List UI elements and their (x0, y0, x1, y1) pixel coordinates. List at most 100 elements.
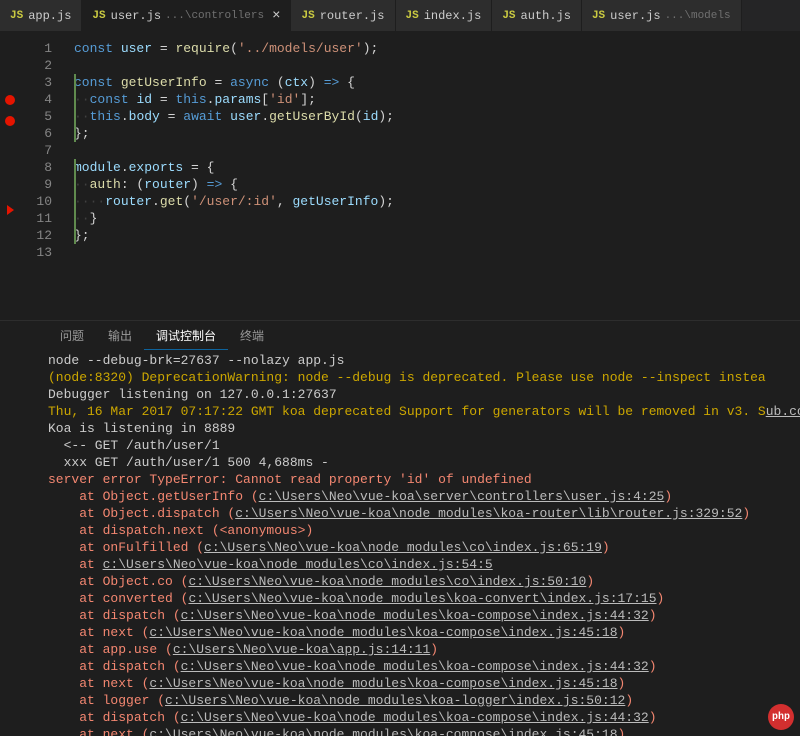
tab-user-js[interactable]: JS user.js ...\controllers × (82, 0, 291, 31)
console-line: at dispatch (c:\Users\Neo\vue-koa\node_m… (48, 658, 800, 675)
console-line: xxx GET /auth/user/1 500 4,688ms - (48, 454, 800, 471)
js-file-icon: JS (301, 10, 314, 22)
watermark-badge: php (768, 704, 794, 730)
line-number: 10 (20, 193, 52, 210)
code-line[interactable]: ··this.body = await user.getUserById(id)… (74, 108, 800, 125)
line-number: 12 (20, 227, 52, 244)
stack-trace-link[interactable]: c:\Users\Neo\vue-koa\node_modules\co\ind… (103, 557, 493, 572)
console-line: at next (c:\Users\Neo\vue-koa\node_modul… (48, 726, 800, 736)
console-line: (node:8320) DeprecationWarning: node --d… (48, 369, 800, 386)
line-number: 9 (20, 176, 52, 193)
stack-trace-link[interactable]: c:\Users\Neo\vue-koa\node_modules\koa-co… (181, 608, 649, 623)
code-line[interactable]: const user = require('../models/user'); (74, 40, 800, 57)
tab-user-js[interactable]: JS user.js ...\models (582, 0, 742, 31)
line-number: 2 (20, 57, 52, 74)
editor-tabs: JS app.js JS user.js ...\controllers × JS route… (0, 0, 800, 32)
stack-trace-link[interactable]: c:\Users\Neo\vue-koa\node_modules\co\ind… (204, 540, 602, 555)
tab-path: ...\models (665, 10, 731, 22)
line-number: 7 (20, 142, 52, 159)
console-line: node --debug-brk=27637 --nolazy app.js (48, 352, 800, 369)
tab-path: ...\controllers (165, 10, 264, 22)
console-line: at onFulfilled (c:\Users\Neo\vue-koa\nod… (48, 539, 800, 556)
console-line: at converted (c:\Users\Neo\vue-koa\node_… (48, 590, 800, 607)
code-line[interactable] (74, 142, 800, 159)
code-line[interactable]: }; (74, 227, 800, 244)
console-line: at Object.dispatch (c:\Users\Neo\vue-koa… (48, 505, 800, 522)
tab-filename: user.js (111, 9, 161, 23)
stack-trace-link[interactable]: c:\Users\Neo\vue-koa\node_modules\koa-lo… (165, 693, 625, 708)
js-file-icon: JS (92, 10, 105, 22)
line-number: 3 (20, 74, 52, 91)
tab-app-js[interactable]: JS app.js (0, 0, 82, 31)
tab-output[interactable]: 输出 (96, 321, 144, 350)
console-line: at logger (c:\Users\Neo\vue-koa\node_mod… (48, 692, 800, 709)
console-line: at dispatch (c:\Users\Neo\vue-koa\node_m… (48, 709, 800, 726)
console-line: at dispatch.next (<anonymous>) (48, 522, 800, 539)
console-line: at next (c:\Users\Neo\vue-koa\node_modul… (48, 675, 800, 692)
stack-trace-link[interactable]: c:\Users\Neo\vue-koa\node_modules\koa-co… (149, 727, 617, 736)
code-line[interactable]: module.exports = { (74, 159, 800, 176)
stack-trace-link[interactable]: c:\Users\Neo\vue-koa\node_modules\koa-ro… (235, 506, 742, 521)
stack-trace-link[interactable]: c:\Users\Neo\vue-koa\node_modules\koa-co… (188, 591, 656, 606)
console-line: at Object.getUserInfo (c:\Users\Neo\vue-… (48, 488, 800, 505)
tab-filename: index.js (424, 9, 482, 23)
console-line: at app.use (c:\Users\Neo\vue-koa\app.js:… (48, 641, 800, 658)
js-file-icon: JS (592, 10, 605, 22)
code-line[interactable]: ··auth: (router) => { (74, 176, 800, 193)
tab-filename: app.js (28, 9, 71, 23)
code-line[interactable]: ··const id = this.params['id']; (74, 91, 800, 108)
tab-filename: user.js (610, 9, 660, 23)
console-line: at dispatch (c:\Users\Neo\vue-koa\node_m… (48, 607, 800, 624)
line-numbers: 12345678910111213 (20, 32, 62, 320)
code-line[interactable] (74, 57, 800, 74)
close-icon[interactable]: × (272, 8, 280, 24)
code-line[interactable] (74, 244, 800, 261)
tab-terminal[interactable]: 终端 (228, 321, 276, 350)
code-line[interactable]: ····router.get('/user/:id', getUserInfo)… (74, 193, 800, 210)
editor-area: 12345678910111213 const user = require('… (0, 32, 800, 320)
line-number: 13 (20, 244, 52, 261)
stack-trace-link[interactable]: c:\Users\Neo\vue-koa\node_modules\koa-co… (181, 710, 649, 725)
js-file-icon: JS (502, 10, 515, 22)
line-number: 1 (20, 40, 52, 57)
js-file-icon: JS (10, 10, 23, 22)
tab-debug-console[interactable]: 调试控制台 (144, 321, 228, 350)
console-line: at next (c:\Users\Neo\vue-koa\node_modul… (48, 624, 800, 641)
panel-tabs: 问题 输出 调试控制台 终端 (0, 320, 800, 350)
breakpoint-icon[interactable] (5, 116, 15, 126)
breakpoint-icon[interactable] (5, 95, 15, 105)
code-line[interactable]: const getUserInfo = async (ctx) => { (74, 74, 800, 91)
debug-console[interactable]: node --debug-brk=27637 --nolazy app.js(n… (0, 350, 800, 736)
console-line: Debugger listening on 127.0.0.1:27637 (48, 386, 800, 403)
console-line: at Object.co (c:\Users\Neo\vue-koa\node_… (48, 573, 800, 590)
console-line: Koa is listening in 8889 (48, 420, 800, 437)
code-line[interactable]: }; (74, 125, 800, 142)
console-line: Thu, 16 Mar 2017 07:17:22 GMT koa deprec… (48, 403, 800, 420)
stack-trace-link[interactable]: c:\Users\Neo\vue-koa\node_modules\koa-co… (181, 659, 649, 674)
line-number: 11 (20, 210, 52, 227)
tab-filename: auth.js (521, 9, 571, 23)
js-file-icon: JS (406, 10, 419, 22)
tab-problems[interactable]: 问题 (48, 321, 96, 350)
tab-index-js[interactable]: JS index.js (396, 0, 493, 31)
code-line[interactable]: ··} (74, 210, 800, 227)
tab-filename: router.js (320, 9, 385, 23)
console-line: at c:\Users\Neo\vue-koa\node_modules\co\… (48, 556, 800, 573)
stack-trace-link[interactable]: c:\Users\Neo\vue-koa\app.js:14:11 (173, 642, 430, 657)
stack-trace-link[interactable]: c:\Users\Neo\vue-koa\server\controllers\… (259, 489, 665, 504)
line-number: 6 (20, 125, 52, 142)
line-number: 4 (20, 91, 52, 108)
tab-auth-js[interactable]: JS auth.js (492, 0, 582, 31)
breakpoint-unverified-icon[interactable] (7, 205, 14, 215)
console-line: server error TypeError: Cannot read prop… (48, 471, 800, 488)
stack-trace-link[interactable]: ub.com/koajs/koa/blob/master/docs/migrat… (766, 404, 800, 419)
code-content[interactable]: const user = require('../models/user'); c… (62, 32, 800, 320)
breakpoint-gutter[interactable] (0, 32, 20, 320)
stack-trace-link[interactable]: c:\Users\Neo\vue-koa\node_modules\co\ind… (188, 574, 586, 589)
line-number: 5 (20, 108, 52, 125)
tab-router-js[interactable]: JS router.js (291, 0, 395, 31)
console-line: <-- GET /auth/user/1 (48, 437, 800, 454)
stack-trace-link[interactable]: c:\Users\Neo\vue-koa\node_modules\koa-co… (149, 625, 617, 640)
line-number: 8 (20, 159, 52, 176)
stack-trace-link[interactable]: c:\Users\Neo\vue-koa\node_modules\koa-co… (149, 676, 617, 691)
